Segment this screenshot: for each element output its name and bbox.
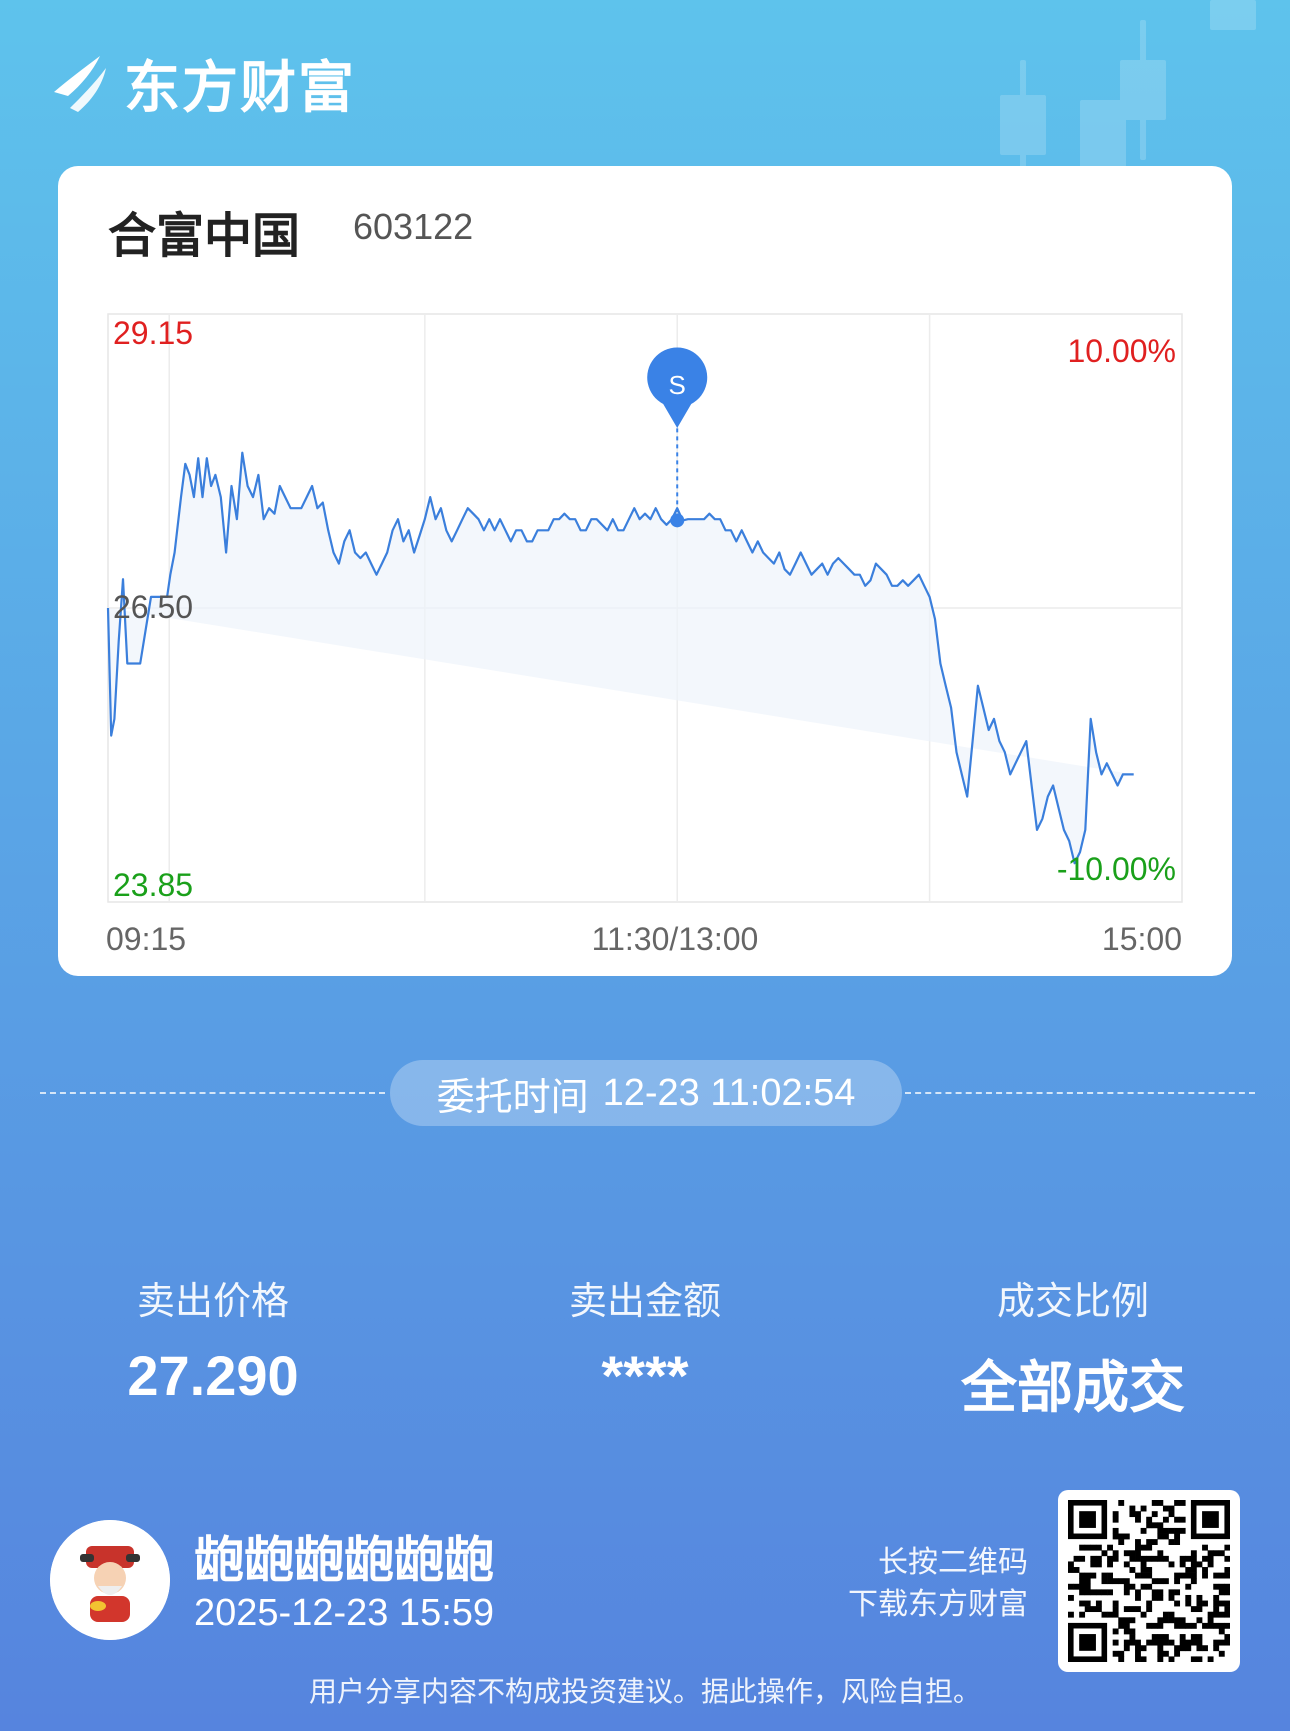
brand-header: 东方财富: [48, 48, 356, 119]
commission-row: 委托时间 12-23 11:02:54: [0, 1060, 1290, 1126]
trade-marker-dot: [670, 513, 685, 528]
stat-value: 27.290: [127, 1344, 299, 1407]
commission-value: 12-23 11:02:54: [602, 1071, 856, 1114]
disclaimer: 用户分享内容不构成投资建议。据此操作，风险自担。: [308, 1676, 981, 1707]
stat-sell-price: 卖出价格 27.290: [48, 1270, 378, 1408]
sell-marker-label: S: [669, 370, 686, 400]
stat-value: ****: [601, 1344, 689, 1407]
commission-label: 委托时间: [436, 1076, 589, 1119]
share-time: 2025-12-23 15:59: [194, 1592, 495, 1634]
stock-code: 603122: [353, 206, 474, 247]
stat-fill-ratio: 成交比例 全部成交: [908, 1270, 1238, 1424]
time-end-label: 15:00: [1102, 921, 1182, 957]
price-area: [108, 452, 1134, 864]
user-name: 龅龅龅龅龅龅: [194, 1532, 494, 1588]
eastmoney-logo-icon: [54, 56, 106, 112]
price-high-label: 29.15: [113, 315, 193, 351]
stat-sell-amount: 卖出金额 ****: [480, 1270, 810, 1408]
stat-value: 全部成交: [961, 1356, 1185, 1419]
stock-chart-card: S 29.15 26.50 23.85 10.00% -10.00% 09:15 11:30/…: [58, 166, 1232, 976]
pct-low-label: -10.00%: [1057, 851, 1176, 887]
stat-label: 卖出价格: [136, 1281, 289, 1323]
pct-high-label: 10.00%: [1067, 333, 1176, 369]
stock-name: 合富中国: [108, 210, 301, 263]
divider-left: [40, 1092, 385, 1094]
commission-time-pill: 委托时间 12-23 11:02:54: [390, 1060, 902, 1126]
price-mid-label: 26.50: [113, 589, 193, 625]
price-low-label: 23.85: [113, 867, 193, 903]
brand-name: 东方财富: [124, 55, 356, 119]
qr-hint: 长按二维码 下载东方财富: [848, 1542, 1028, 1626]
intraday-chart: S 29.15 26.50 23.85 10.00% -10.00% 09:15 11:30/…: [106, 313, 1183, 957]
qr-hint-line2: 下载东方财富: [848, 1588, 1028, 1621]
time-start-label: 09:15: [106, 921, 186, 957]
qr-code[interactable]: [1058, 1490, 1240, 1672]
qr-code-icon: [1068, 1500, 1230, 1662]
stat-label: 成交比例: [996, 1281, 1149, 1323]
time-mid-label: 11:30/13:00: [592, 921, 759, 957]
stat-label: 卖出金额: [568, 1281, 721, 1323]
god-of-wealth-avatar-icon: [50, 1520, 170, 1640]
divider-right: [905, 1092, 1255, 1094]
qr-hint-line1: 长按二维码: [878, 1546, 1028, 1579]
